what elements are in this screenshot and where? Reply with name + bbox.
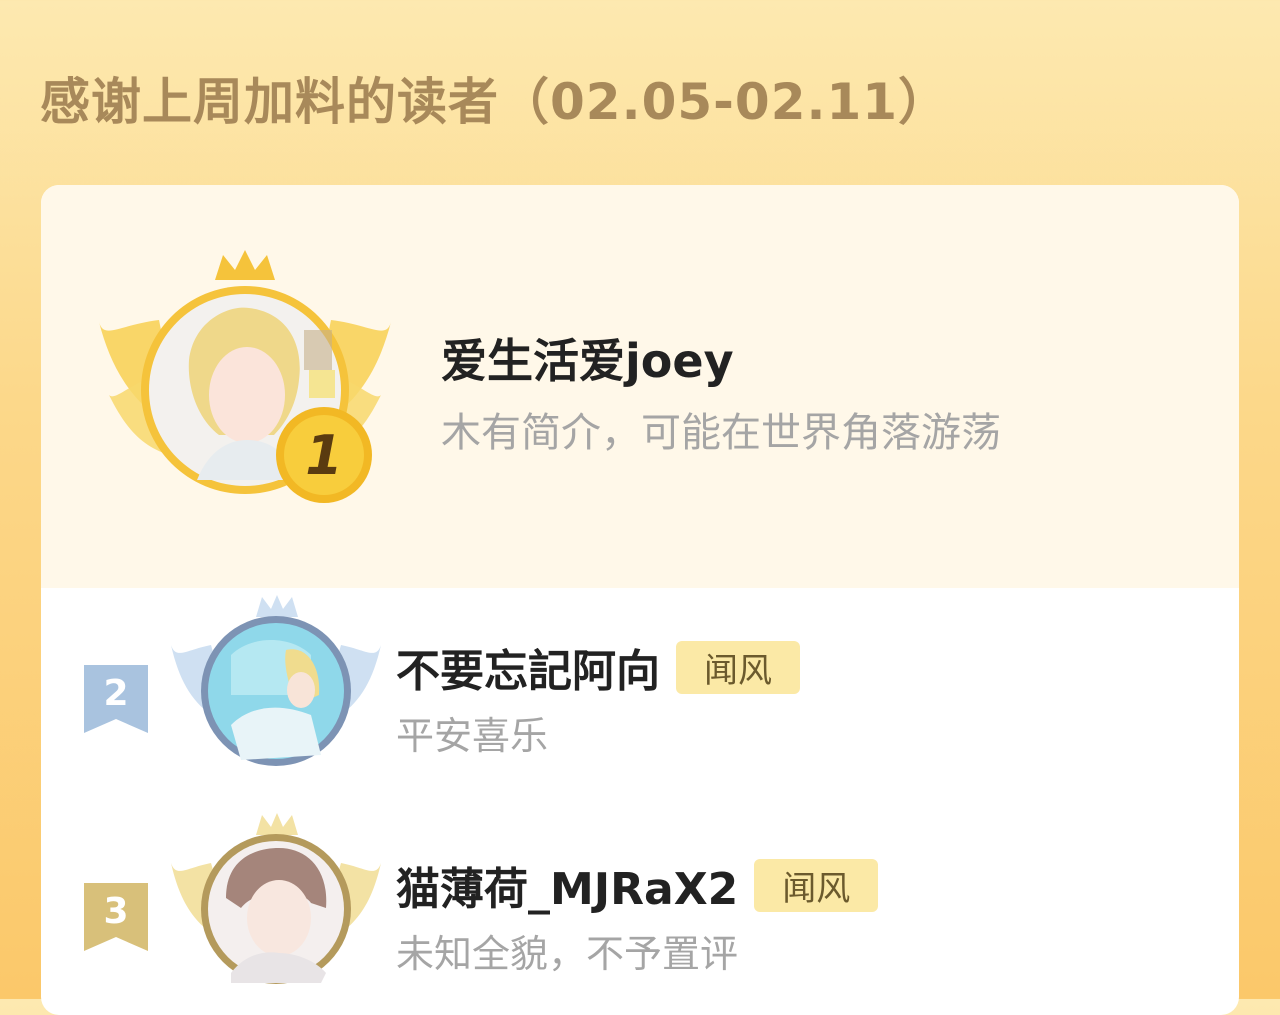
svg-text:1: 1 — [305, 424, 343, 487]
level-tag: 闻风 — [754, 858, 879, 912]
crown-icon — [256, 813, 298, 835]
row-bio: 未知全貌，不予置评 — [396, 932, 739, 976]
rank-3-avatar-badge[interactable] — [171, 813, 381, 1003]
crown-icon — [256, 595, 298, 617]
first-place-avatar-badge[interactable]: 1 — [99, 250, 391, 510]
first-place-name: 爱生活爱joey — [441, 334, 734, 388]
rank-number: 3 — [103, 891, 129, 932]
crown-icon — [215, 250, 275, 280]
leaderboard-card: 1 爱生活爱joey 木有简介，可能在世界角落游荡 2 不要忘記阿向 闻风 平安… — [41, 185, 1239, 1015]
level-tag: 闻风 — [676, 640, 800, 694]
leaderboard-row[interactable]: 3 猫薄荷_MJRaX2 闻风 未知全貌，不予置评 — [41, 813, 1239, 1013]
page-title: 感谢上周加料的读者（02.05-02.11） — [40, 73, 950, 131]
row-name: 猫薄荷_MJRaX2 — [396, 864, 739, 915]
row-name: 不要忘記阿向 — [396, 646, 660, 697]
rank-2-avatar-image — [201, 616, 351, 766]
rank-3-avatar-image — [201, 834, 351, 984]
rank-1-medal: 1 — [276, 407, 372, 503]
rank-2-avatar-badge[interactable] — [171, 595, 381, 785]
row-bio: 平安喜乐 — [396, 714, 549, 758]
first-place-section[interactable]: 1 爱生活爱joey 木有简介，可能在世界角落游荡 — [41, 185, 1239, 588]
rank-number: 2 — [103, 673, 129, 714]
leaderboard-row[interactable]: 2 不要忘記阿向 闻风 平安喜乐 — [41, 595, 1239, 795]
first-place-bio: 木有简介，可能在世界角落游荡 — [441, 410, 1001, 456]
